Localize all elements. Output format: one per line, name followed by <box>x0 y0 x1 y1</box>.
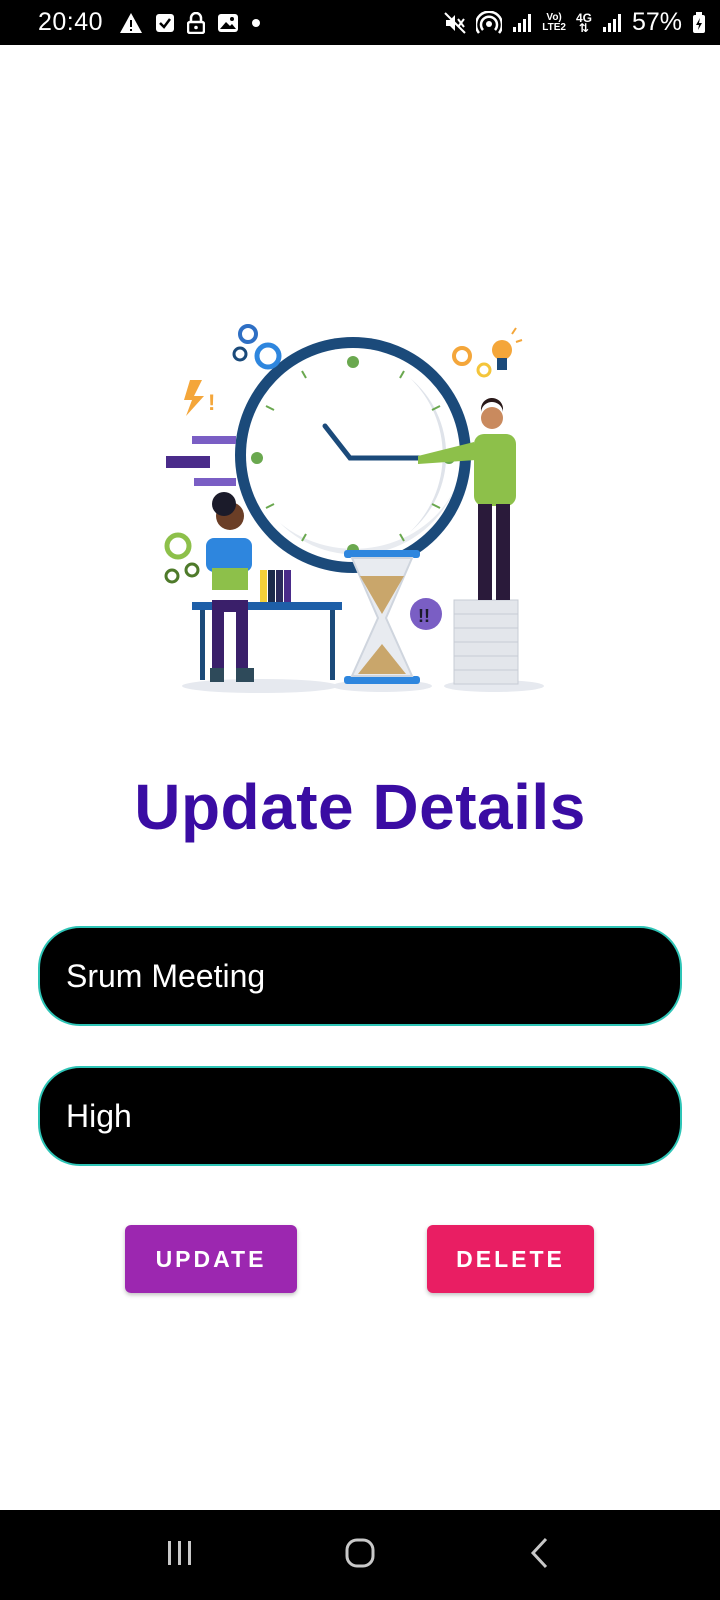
4g-icon: 4G ⇅ <box>576 12 592 35</box>
status-right: Vo) LTE2 4G ⇅ 57% <box>444 8 706 37</box>
signal-icon-2 <box>602 13 622 33</box>
battery-percent: 57% <box>631 8 682 36</box>
data-arrows: ⇅ <box>578 20 589 35</box>
back-icon <box>529 1537 551 1574</box>
dot-icon <box>251 18 261 28</box>
status-left: 20:40 <box>38 8 261 37</box>
volte-top-label: Vo) <box>546 11 562 23</box>
recents-icon <box>164 1539 196 1572</box>
volte-icon: Vo) LTE2 <box>542 11 566 33</box>
time-management-illustration: ! !! <box>160 318 560 708</box>
illustration-svg: ! !! <box>164 324 544 693</box>
status-time: 20:40 <box>38 8 104 36</box>
checkbox-icon <box>155 13 175 33</box>
task-title-field[interactable]: Srum Meeting <box>38 926 682 1026</box>
recents-button[interactable] <box>140 1525 220 1585</box>
home-icon <box>344 1537 376 1574</box>
home-button[interactable] <box>320 1525 400 1585</box>
battery-icon <box>692 11 706 34</box>
volte-bottom-label: LTE2 <box>542 21 566 33</box>
lock-icon <box>187 11 206 34</box>
image-icon <box>217 13 239 33</box>
mute-icon <box>444 11 466 34</box>
priority-field[interactable]: High <box>38 1066 682 1166</box>
back-button[interactable] <box>500 1525 580 1585</box>
page-title: Update Details <box>134 771 586 843</box>
delete-button[interactable]: DELETE <box>427 1225 594 1293</box>
hotspot-icon <box>476 10 503 35</box>
navigation-bar <box>0 1510 720 1600</box>
svg-text:!: ! <box>208 390 215 415</box>
status-bar: 20:40 Vo) LTE2 4G ⇅ 57% <box>0 0 720 45</box>
svg-text:!!: !! <box>418 606 430 626</box>
warning-icon <box>119 12 143 34</box>
signal-icon <box>512 13 532 33</box>
update-button[interactable]: UPDATE <box>125 1225 297 1293</box>
